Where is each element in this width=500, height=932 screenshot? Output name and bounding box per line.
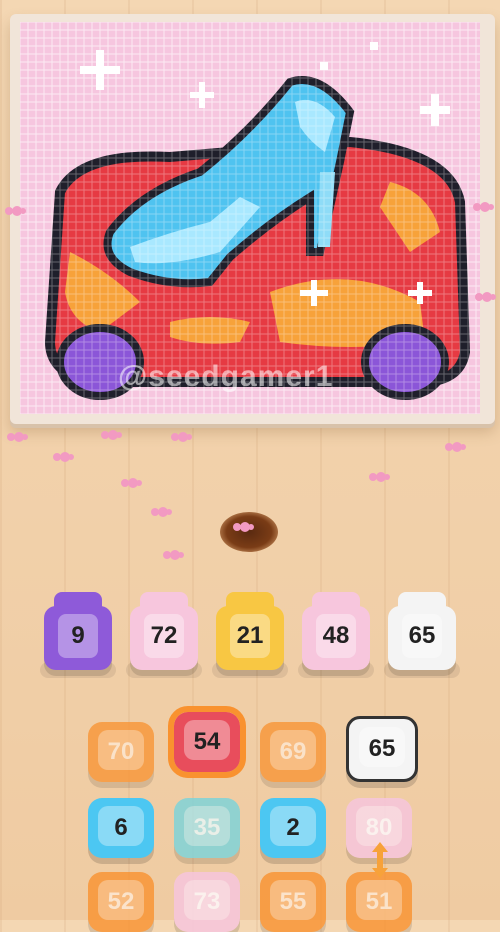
slot-count: 9 xyxy=(71,622,85,649)
ant-icon xyxy=(473,202,494,212)
ant-icon xyxy=(5,206,26,216)
slot-count: 21 xyxy=(236,622,264,649)
tile[interactable]: 73 xyxy=(174,872,240,932)
collector-slot[interactable]: 48 xyxy=(298,592,374,682)
ant-icon xyxy=(475,292,496,302)
ant-icon xyxy=(369,472,390,482)
tile[interactable]: 70 xyxy=(88,722,154,782)
ant-icon xyxy=(445,442,466,452)
ant-icon xyxy=(101,430,122,440)
tile[interactable]: 65 xyxy=(346,716,418,782)
ant-icon xyxy=(171,432,192,442)
tile[interactable]: 69 xyxy=(260,722,326,782)
ant-icon xyxy=(151,507,172,517)
collector-slot[interactable]: 65 xyxy=(384,592,460,682)
slot-count: 72 xyxy=(150,622,178,649)
swap-arrow-icon xyxy=(372,842,388,878)
ant-icon xyxy=(53,452,74,462)
ant-icon xyxy=(121,478,142,488)
tile[interactable]: 35 xyxy=(174,798,240,858)
ant-icon xyxy=(233,522,254,532)
watermark-text: @seedgamer1 xyxy=(118,360,334,393)
tile[interactable]: 52 xyxy=(88,872,154,932)
tile[interactable]: 55 xyxy=(260,872,326,932)
collector-slot[interactable]: 9 xyxy=(40,592,116,682)
slot-count: 48 xyxy=(322,622,350,649)
tile[interactable]: 51 xyxy=(346,872,412,932)
slot-count: 65 xyxy=(408,622,436,649)
ant-icon xyxy=(163,550,184,560)
collector-slot[interactable]: 72 xyxy=(126,592,202,682)
tile[interactable]: 2 xyxy=(260,798,326,858)
tile[interactable]: 54 xyxy=(168,706,246,778)
pixel-art-canvas xyxy=(20,22,480,414)
ant-icon xyxy=(7,432,28,442)
tile[interactable]: 6 xyxy=(88,798,154,858)
collector-slot[interactable]: 21 xyxy=(212,592,288,682)
